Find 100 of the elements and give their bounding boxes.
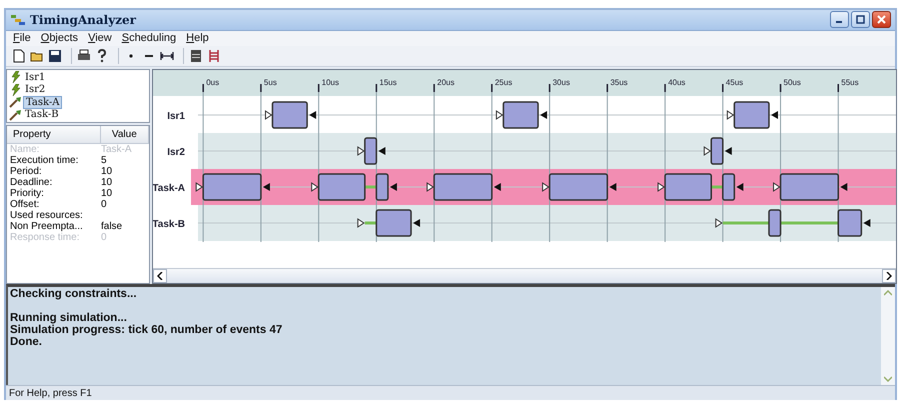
tick-label: 10us bbox=[322, 78, 340, 87]
tick-label: 20us bbox=[437, 78, 454, 87]
window-title: TimingAnalyzer bbox=[30, 12, 136, 27]
table-icon[interactable] bbox=[189, 48, 203, 63]
scroll-right-button[interactable] bbox=[882, 269, 896, 284]
menu-item[interactable]: Scheduling bbox=[116, 32, 182, 44]
tick-label: 55us bbox=[841, 78, 859, 87]
property-value: 10 bbox=[100, 188, 112, 199]
property-name: Used resources: bbox=[9, 210, 84, 221]
tick-label: 30us bbox=[552, 78, 570, 87]
property-value: 0 bbox=[100, 198, 107, 210]
close-button[interactable] bbox=[872, 11, 891, 28]
property-name: Priority: bbox=[9, 188, 45, 199]
new-file-icon[interactable] bbox=[12, 48, 26, 63]
menu-item[interactable]: Objects bbox=[36, 32, 84, 44]
tick-mark bbox=[606, 84, 608, 92]
maximize-icon bbox=[855, 15, 866, 24]
close-icon bbox=[876, 15, 887, 24]
execution-bar[interactable] bbox=[838, 209, 862, 237]
property-name: Execution time: bbox=[9, 154, 80, 166]
menu-item[interactable]: View bbox=[83, 32, 117, 44]
minimize-button[interactable] bbox=[830, 11, 849, 28]
execution-bar[interactable] bbox=[318, 173, 366, 201]
execution-bar[interactable] bbox=[780, 173, 840, 201]
maximize-button[interactable] bbox=[851, 11, 870, 28]
property-name: Name: bbox=[9, 144, 40, 155]
tick-mark bbox=[780, 84, 782, 92]
waiting-line bbox=[780, 221, 838, 224]
tree-item[interactable]: Task-A bbox=[23, 96, 62, 109]
row-label: Isr2 bbox=[167, 146, 185, 158]
tick-mark bbox=[491, 84, 493, 92]
status-text: For Help, press F1 bbox=[9, 388, 92, 399]
tree-item[interactable]: Isr2 bbox=[23, 84, 48, 96]
ladder-icon[interactable] bbox=[207, 48, 221, 63]
tick-label: 50us bbox=[784, 78, 801, 87]
tick-mark bbox=[260, 84, 262, 92]
log-line: Running simulation... bbox=[10, 312, 128, 324]
row-label: Isr1 bbox=[167, 110, 185, 122]
tick-mark bbox=[838, 84, 840, 92]
menu-item[interactable]: File bbox=[8, 32, 36, 44]
scroll-left-button[interactable] bbox=[153, 269, 167, 284]
release-marker bbox=[357, 218, 365, 228]
tool-icon bbox=[9, 108, 23, 121]
tick-label: 25us bbox=[494, 78, 512, 87]
tick-mark bbox=[722, 84, 724, 92]
execution-bar[interactable] bbox=[548, 173, 608, 201]
execution-bar[interactable] bbox=[202, 173, 262, 201]
log-line: Simulation progress: tick 60, number of events 47 bbox=[10, 324, 284, 336]
execution-bar[interactable] bbox=[364, 137, 378, 165]
tree-item[interactable]: Task-B bbox=[23, 109, 61, 120]
execution-bar[interactable] bbox=[433, 173, 493, 201]
waiting-line bbox=[364, 185, 376, 188]
release-marker bbox=[715, 218, 723, 228]
property-name: Period: bbox=[9, 166, 43, 177]
property-value: 0 bbox=[100, 232, 107, 243]
tick-mark bbox=[318, 84, 320, 92]
execution-bar[interactable] bbox=[376, 173, 389, 201]
property-name: Non Preempta... bbox=[9, 220, 84, 232]
lightning-icon bbox=[9, 71, 23, 84]
tick-label: 15us bbox=[379, 78, 397, 87]
execution-bar[interactable] bbox=[734, 101, 770, 129]
tick-label: 40us bbox=[668, 78, 686, 87]
lightning-icon bbox=[9, 84, 23, 96]
tick-label: 35us bbox=[610, 78, 628, 87]
property-name: Offset: bbox=[9, 198, 40, 210]
execution-bar[interactable] bbox=[664, 173, 712, 201]
tool-icon bbox=[9, 96, 23, 108]
execution-bar[interactable] bbox=[272, 101, 308, 129]
waiting-line bbox=[364, 221, 376, 224]
property-value: 10 bbox=[100, 176, 112, 188]
execution-bar[interactable] bbox=[502, 101, 539, 129]
column-header[interactable]: Value bbox=[100, 126, 149, 143]
save-icon[interactable] bbox=[48, 48, 62, 63]
menu-item[interactable]: Help bbox=[181, 32, 214, 44]
tick-label: 45us bbox=[726, 78, 744, 87]
tree-item[interactable]: Isr1 bbox=[23, 72, 48, 83]
property-name: Response time: bbox=[9, 232, 80, 243]
log-line: Done. bbox=[10, 336, 43, 348]
help-icon[interactable] bbox=[95, 48, 109, 63]
waiting-line bbox=[711, 185, 723, 188]
waiting-line bbox=[722, 221, 769, 224]
tick-mark bbox=[433, 84, 435, 92]
log-line: Checking constraints... bbox=[10, 288, 138, 300]
execution-bar[interactable] bbox=[376, 209, 412, 237]
tick-mark bbox=[376, 84, 378, 92]
column-header[interactable]: Property bbox=[7, 126, 101, 143]
property-value: Task-A bbox=[100, 144, 132, 155]
tick-label: 5us bbox=[264, 78, 277, 87]
print-icon[interactable] bbox=[77, 48, 91, 63]
app-icon bbox=[10, 14, 26, 26]
execution-bar[interactable] bbox=[722, 173, 736, 201]
property-value: 10 bbox=[100, 166, 112, 177]
execution-bar[interactable] bbox=[710, 137, 724, 165]
tick-mark bbox=[664, 84, 666, 92]
property-value: 5 bbox=[100, 154, 107, 166]
tick-label: 0us bbox=[206, 78, 220, 87]
tick-mark bbox=[202, 84, 204, 92]
property-value: false bbox=[100, 220, 122, 232]
tick-mark bbox=[548, 84, 550, 92]
execution-bar[interactable] bbox=[768, 209, 782, 237]
